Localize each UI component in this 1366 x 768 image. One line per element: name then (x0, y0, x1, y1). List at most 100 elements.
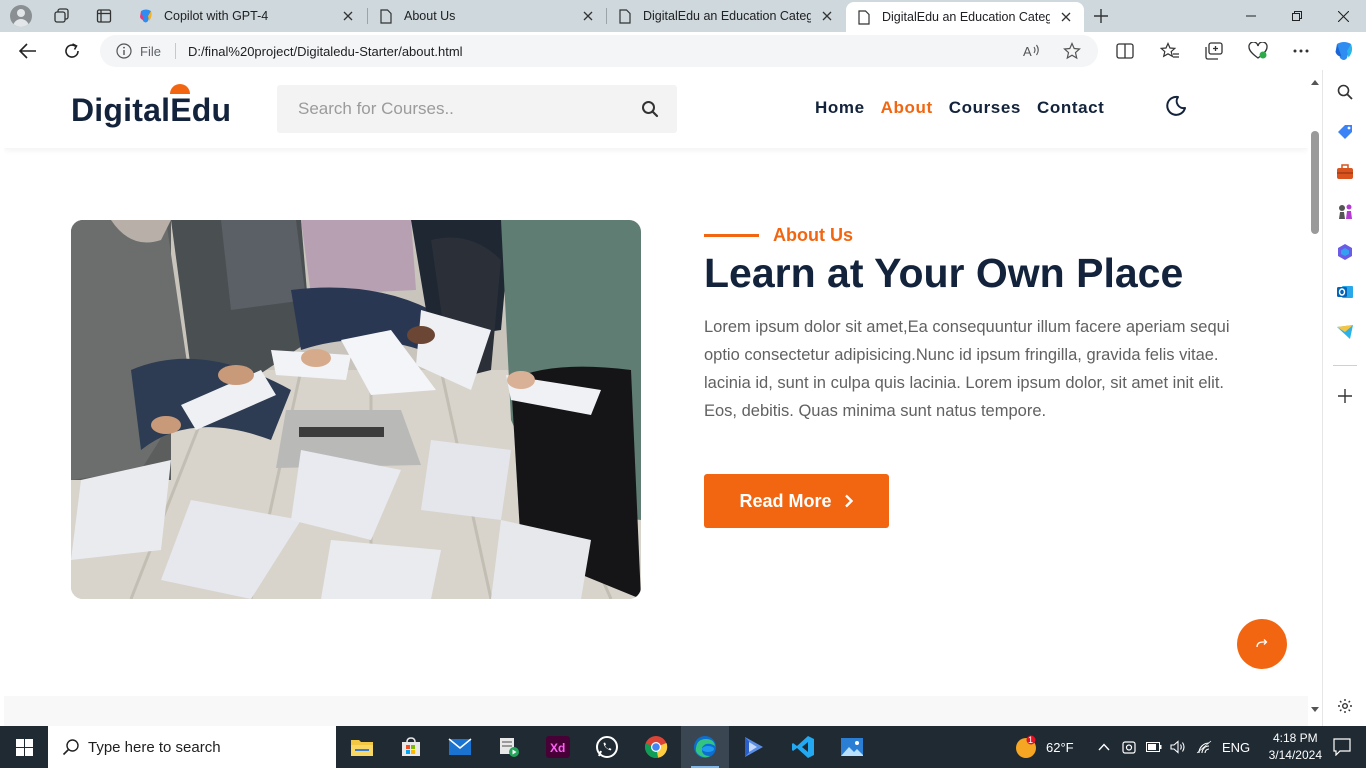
page-icon (617, 8, 633, 24)
split-screen-icon[interactable] (1113, 39, 1137, 63)
power-automate-icon[interactable] (730, 726, 778, 768)
page-scrollbar[interactable] (1308, 70, 1322, 720)
add-sidebar-app-icon[interactable] (1335, 386, 1355, 406)
arrow-up-icon (1256, 639, 1268, 648)
drop-icon[interactable] (1335, 322, 1355, 342)
search-icon[interactable] (641, 100, 659, 118)
back-icon[interactable] (16, 39, 40, 63)
scheme-label: File (140, 43, 161, 59)
mail-icon[interactable] (436, 726, 484, 768)
tools-briefcase-icon[interactable] (1335, 162, 1355, 182)
page-viewport: DigitalEdu Home About Courses Contact (4, 70, 1308, 696)
battery-icon[interactable] (1146, 742, 1162, 752)
subtitle-accent-line (704, 234, 759, 237)
refresh-icon[interactable] (60, 39, 84, 63)
tab-copilot[interactable]: Copilot with GPT-4 (128, 0, 366, 32)
workspaces-icon[interactable] (52, 6, 72, 26)
profile-avatar-icon[interactable] (10, 5, 32, 27)
address-bar[interactable]: File D:/final%20project/Digitaledu-Start… (100, 35, 1098, 67)
dark-mode-moon-icon[interactable] (1164, 94, 1188, 118)
outlook-icon[interactable] (1335, 282, 1355, 302)
search-icon (62, 739, 79, 756)
wifi-icon[interactable] (1196, 740, 1212, 754)
games-chess-icon[interactable] (1335, 202, 1355, 222)
taskbar-search-box[interactable]: Type here to search (48, 726, 336, 768)
read-more-label: Read More (739, 490, 832, 511)
volume-icon[interactable] (1170, 740, 1186, 754)
tab-actions-icon[interactable] (94, 6, 114, 26)
scroll-to-top-button[interactable] (1237, 619, 1287, 669)
copilot-sidebar-icon[interactable] (1332, 39, 1356, 63)
windows-taskbar: Type here to search Xd 1 62°F ENG 4:18 P… (0, 726, 1366, 768)
clock-time: 4:18 PM (1272, 731, 1318, 745)
nav-home[interactable]: Home (815, 98, 865, 118)
adobe-xd-icon[interactable]: Xd (534, 726, 582, 768)
language-indicator[interactable]: ENG (1222, 740, 1250, 755)
course-search-box (277, 85, 677, 133)
weather-badge: 1 (1028, 735, 1034, 745)
chrome-icon[interactable] (632, 726, 680, 768)
nav-contact[interactable]: Contact (1037, 98, 1104, 118)
media-player-icon[interactable] (485, 726, 533, 768)
close-tab-icon[interactable] (340, 8, 356, 24)
url-text[interactable]: D:/final%20project/Digitaledu-Starter/ab… (188, 44, 463, 59)
favorite-star-icon[interactable] (1062, 41, 1082, 61)
tab-digitaledu-active[interactable]: DigitalEdu an Education Category (846, 2, 1084, 32)
logo-text-part2: Edu (170, 84, 232, 128)
section-heading: Learn at Your Own Place (704, 250, 1184, 296)
tab-about-us[interactable]: About Us (368, 0, 606, 32)
search-icon[interactable] (1335, 82, 1355, 102)
windows-start-icon[interactable] (0, 726, 48, 768)
site-header: DigitalEdu Home About Courses Contact (4, 70, 1308, 148)
show-hidden-icons-chevron-up-icon[interactable] (1098, 743, 1110, 751)
whatsapp-icon[interactable] (583, 726, 631, 768)
read-aloud-icon[interactable]: A (1022, 41, 1042, 61)
course-search-input[interactable] (298, 99, 618, 119)
section-subtitle: About Us (704, 225, 853, 246)
shopping-tag-icon[interactable] (1335, 122, 1355, 142)
tray-icons: ENG (1098, 726, 1250, 768)
photos-icon[interactable] (828, 726, 876, 768)
main-nav: Home About Courses Contact (815, 98, 1120, 118)
microsoft-365-icon[interactable] (1335, 242, 1355, 262)
weather-widget[interactable]: 1 62°F (1014, 726, 1074, 768)
window-controls (1228, 0, 1366, 32)
system-clock[interactable]: 4:18 PM 3/14/2024 (1269, 730, 1322, 764)
meet-now-icon[interactable] (1122, 739, 1136, 755)
browser-tab-strip: Copilot with GPT-4 About Us DigitalEdu a… (0, 0, 1366, 32)
browser-essentials-icon[interactable] (1246, 39, 1270, 63)
restore-icon[interactable] (1274, 0, 1320, 32)
about-hero-image (71, 220, 641, 599)
sidebar-settings-gear-icon[interactable] (1335, 696, 1355, 716)
tab-digitaledu-1[interactable]: DigitalEdu an Education Category (607, 0, 845, 32)
info-icon[interactable] (116, 43, 132, 59)
tab-title: Copilot with GPT-4 (164, 9, 269, 23)
scrollbar-thumb[interactable] (1311, 131, 1319, 234)
tab-title: About Us (404, 9, 456, 23)
minimize-icon[interactable] (1228, 0, 1274, 32)
page-icon (378, 8, 394, 24)
notifications-icon[interactable] (1318, 726, 1366, 768)
edge-icon[interactable] (681, 726, 729, 768)
site-logo[interactable]: DigitalEdu (71, 84, 232, 129)
svg-text:Xd: Xd (550, 741, 565, 755)
vscode-icon[interactable] (779, 726, 827, 768)
close-window-icon[interactable] (1320, 0, 1366, 32)
new-tab-icon[interactable] (1091, 6, 1111, 26)
subtitle-text: About Us (773, 225, 853, 245)
close-tab-icon[interactable] (580, 8, 596, 24)
close-tab-icon[interactable] (1058, 9, 1074, 25)
favorites-icon[interactable] (1158, 39, 1182, 63)
settings-more-icon[interactable] (1289, 39, 1313, 63)
close-tab-icon[interactable] (819, 8, 835, 24)
taskbar-search-placeholder: Type here to search (88, 738, 221, 756)
collections-icon[interactable] (1202, 39, 1226, 63)
read-more-button[interactable]: Read More (704, 474, 889, 528)
microsoft-store-icon[interactable] (387, 726, 435, 768)
nav-courses[interactable]: Courses (949, 98, 1021, 118)
weather-temp: 62°F (1046, 739, 1074, 755)
file-explorer-icon[interactable] (338, 726, 386, 768)
nav-about[interactable]: About (881, 98, 933, 118)
page-icon (856, 9, 872, 25)
weather-sun-icon (1016, 735, 1036, 758)
